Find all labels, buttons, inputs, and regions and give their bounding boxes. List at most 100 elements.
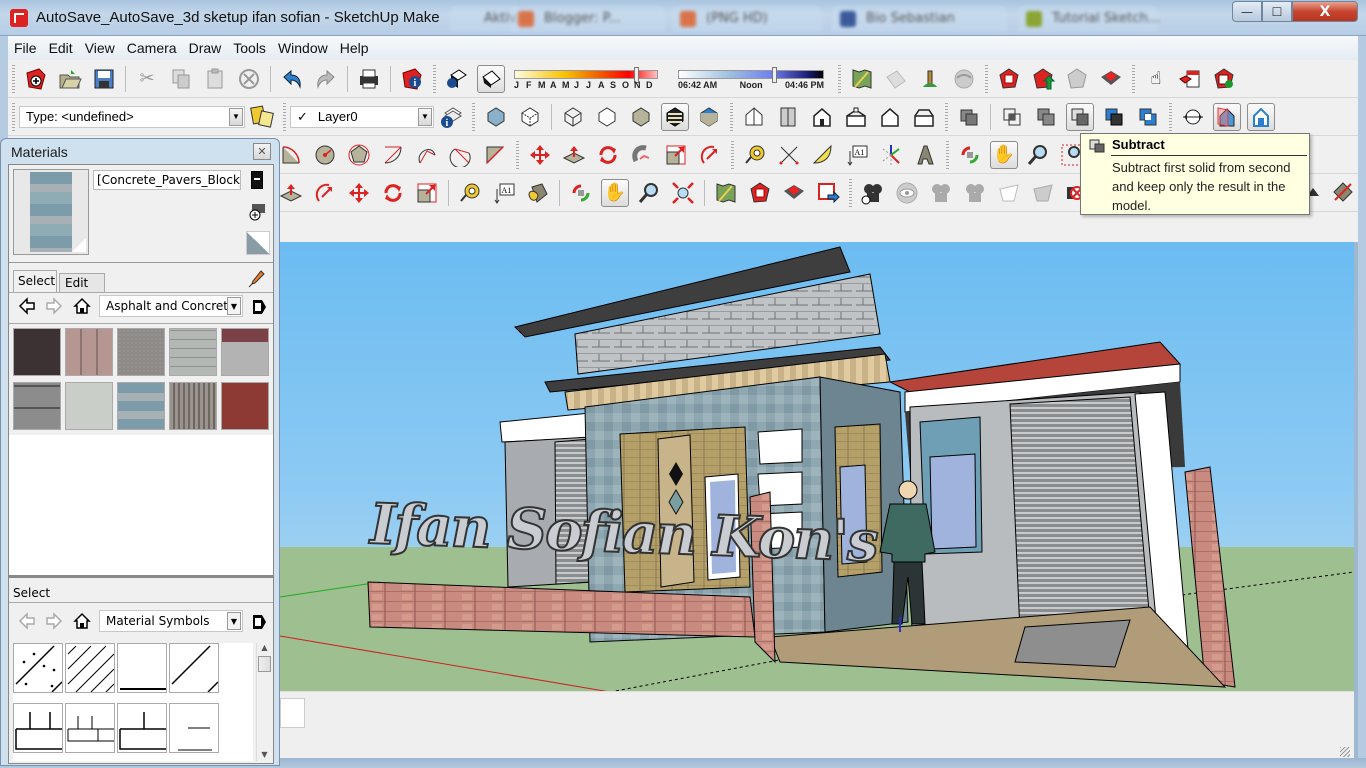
- look-around-icon[interactable]: [893, 179, 921, 207]
- pie-icon[interactable]: [447, 141, 475, 169]
- freehand-arc-icon[interactable]: [481, 141, 509, 169]
- toolbar-grip[interactable]: [12, 64, 15, 93]
- layer-combo[interactable]: ✓ Layer0 ▼: [290, 105, 434, 128]
- toggle-terrain-icon[interactable]: [882, 65, 910, 93]
- walk-icon[interactable]: [927, 179, 955, 207]
- material-thumbnail-aggregate-gray[interactable]: [117, 328, 165, 376]
- model-info-icon[interactable]: i: [398, 65, 426, 93]
- chevron-down-icon[interactable]: ▼: [229, 107, 243, 126]
- copy-icon[interactable]: [167, 65, 195, 93]
- offset-icon[interactable]: [696, 141, 724, 169]
- undo-icon[interactable]: [278, 65, 306, 93]
- subtract-icon[interactable]: [1066, 102, 1094, 131]
- measurements-box[interactable]: [280, 698, 305, 728]
- iso-view-icon[interactable]: [740, 103, 768, 131]
- symbol-tile[interactable]: [169, 643, 219, 693]
- menu-view[interactable]: View: [85, 40, 115, 56]
- home-icon[interactable]: [73, 612, 91, 633]
- symbol-tile[interactable]: [117, 643, 167, 693]
- material-thumbnail-blocks-stone[interactable]: [13, 382, 61, 430]
- share-component-icon[interactable]: [1063, 65, 1091, 93]
- outer-shell-icon[interactable]: [955, 103, 983, 131]
- arc-2pt-icon[interactable]: [379, 141, 407, 169]
- split-icon[interactable]: [1134, 103, 1162, 131]
- forward-icon[interactable]: [45, 612, 63, 633]
- polygon-icon[interactable]: [345, 141, 373, 169]
- menu-camera[interactable]: Camera: [127, 40, 177, 56]
- toolbar-grip[interactable]: [838, 64, 841, 93]
- dimension-icon[interactable]: [775, 141, 803, 169]
- shadow-month-slider[interactable]: JFMAMJJASOND: [514, 66, 664, 92]
- hidden-line-icon[interactable]: [593, 103, 621, 131]
- material-thumbnail-asphalt-dark[interactable]: [13, 328, 61, 376]
- arc-icon[interactable]: [277, 141, 305, 169]
- classifier-type-combo[interactable]: Type: <undefined> ▼: [19, 105, 245, 128]
- zoom-icon[interactable]: [635, 179, 663, 207]
- union-icon[interactable]: [1032, 103, 1060, 131]
- paint-bucket-icon[interactable]: [524, 179, 552, 207]
- extension-warehouse-icon[interactable]: [1097, 65, 1125, 93]
- create-material-icon[interactable]: [249, 203, 267, 221]
- symbol-tile[interactable]: [169, 703, 219, 753]
- material-library-select[interactable]: Asphalt and Concrete ▼: [99, 295, 243, 317]
- shadow-settings-icon[interactable]: [443, 65, 471, 93]
- interact-icon[interactable]: ☝: [1142, 65, 1170, 93]
- toolbar-grip[interactable]: [985, 64, 988, 93]
- toolbar-grip[interactable]: [945, 102, 948, 131]
- wireframe-icon[interactable]: [559, 103, 587, 131]
- save-icon[interactable]: [90, 65, 118, 93]
- new-file-icon[interactable]: [22, 65, 50, 93]
- default-material-icon[interactable]: [246, 231, 270, 255]
- symbol-tile[interactable]: [117, 703, 167, 753]
- tape-measure-icon[interactable]: [456, 179, 484, 207]
- material-thumbnail-pavers-red[interactable]: [221, 382, 269, 430]
- symbol-tile[interactable]: [65, 703, 115, 753]
- background-tab[interactable]: (PNG HD): [672, 6, 822, 32]
- extension-warehouse-icon[interactable]: [780, 179, 808, 207]
- send-to-layout-icon[interactable]: [814, 179, 842, 207]
- material-name-field[interactable]: [Concrete_Pavers_Block_: [93, 170, 241, 190]
- menu-tools[interactable]: Tools: [233, 40, 266, 56]
- scroll-down-icon[interactable]: ▼: [257, 750, 272, 759]
- pan-icon[interactable]: ✋: [990, 140, 1018, 169]
- toolbar-grip[interactable]: [730, 102, 733, 131]
- circle-icon[interactable]: [311, 141, 339, 169]
- drape-icon[interactable]: [1329, 178, 1357, 206]
- arc-3pt-icon[interactable]: [413, 141, 441, 169]
- display-shadows-icon[interactable]: [477, 64, 505, 93]
- xray-icon[interactable]: [482, 103, 510, 131]
- display-section-planes-icon[interactable]: [1213, 102, 1241, 131]
- orbit-icon[interactable]: [567, 179, 595, 207]
- minimize-button[interactable]: —: [1232, 1, 1262, 22]
- material-thumbnail-concrete-smooth[interactable]: [65, 382, 113, 430]
- zoom-icon[interactable]: [1024, 141, 1052, 169]
- background-tab[interactable]: Blogger: P...: [510, 6, 665, 32]
- back-icon[interactable]: [18, 297, 36, 318]
- rotate-icon[interactable]: [594, 141, 622, 169]
- push-pull-icon[interactable]: [277, 179, 305, 207]
- redo-icon[interactable]: [312, 65, 340, 93]
- tape-measure-icon[interactable]: [741, 141, 769, 169]
- shaded-icon[interactable]: [627, 103, 655, 131]
- pan-icon[interactable]: ✋: [601, 178, 629, 207]
- menu-edit[interactable]: Edit: [49, 40, 73, 56]
- toolbar-grip[interactable]: [433, 64, 436, 93]
- symbol-tile[interactable]: [13, 703, 63, 753]
- move-icon[interactable]: [526, 141, 554, 169]
- trim-icon[interactable]: [1100, 103, 1128, 131]
- toolbar-grip[interactable]: [849, 178, 852, 207]
- rotate-icon[interactable]: [379, 179, 407, 207]
- details-menu-icon[interactable]: [251, 613, 267, 634]
- add-location-icon[interactable]: [712, 179, 740, 207]
- zoom-extents-icon[interactable]: [669, 179, 697, 207]
- monochrome-icon[interactable]: [695, 103, 723, 131]
- move-icon[interactable]: [345, 179, 373, 207]
- toolbar-grip[interactable]: [946, 140, 949, 169]
- pane-divider[interactable]: [9, 575, 273, 578]
- offset-icon[interactable]: [311, 179, 339, 207]
- toolbar-grip[interactable]: [472, 102, 475, 131]
- details-menu-icon[interactable]: [251, 298, 267, 319]
- tab-edit[interactable]: Edit: [59, 273, 105, 292]
- chevron-down-icon[interactable]: ▼: [418, 107, 432, 126]
- intersect-icon[interactable]: [998, 103, 1026, 131]
